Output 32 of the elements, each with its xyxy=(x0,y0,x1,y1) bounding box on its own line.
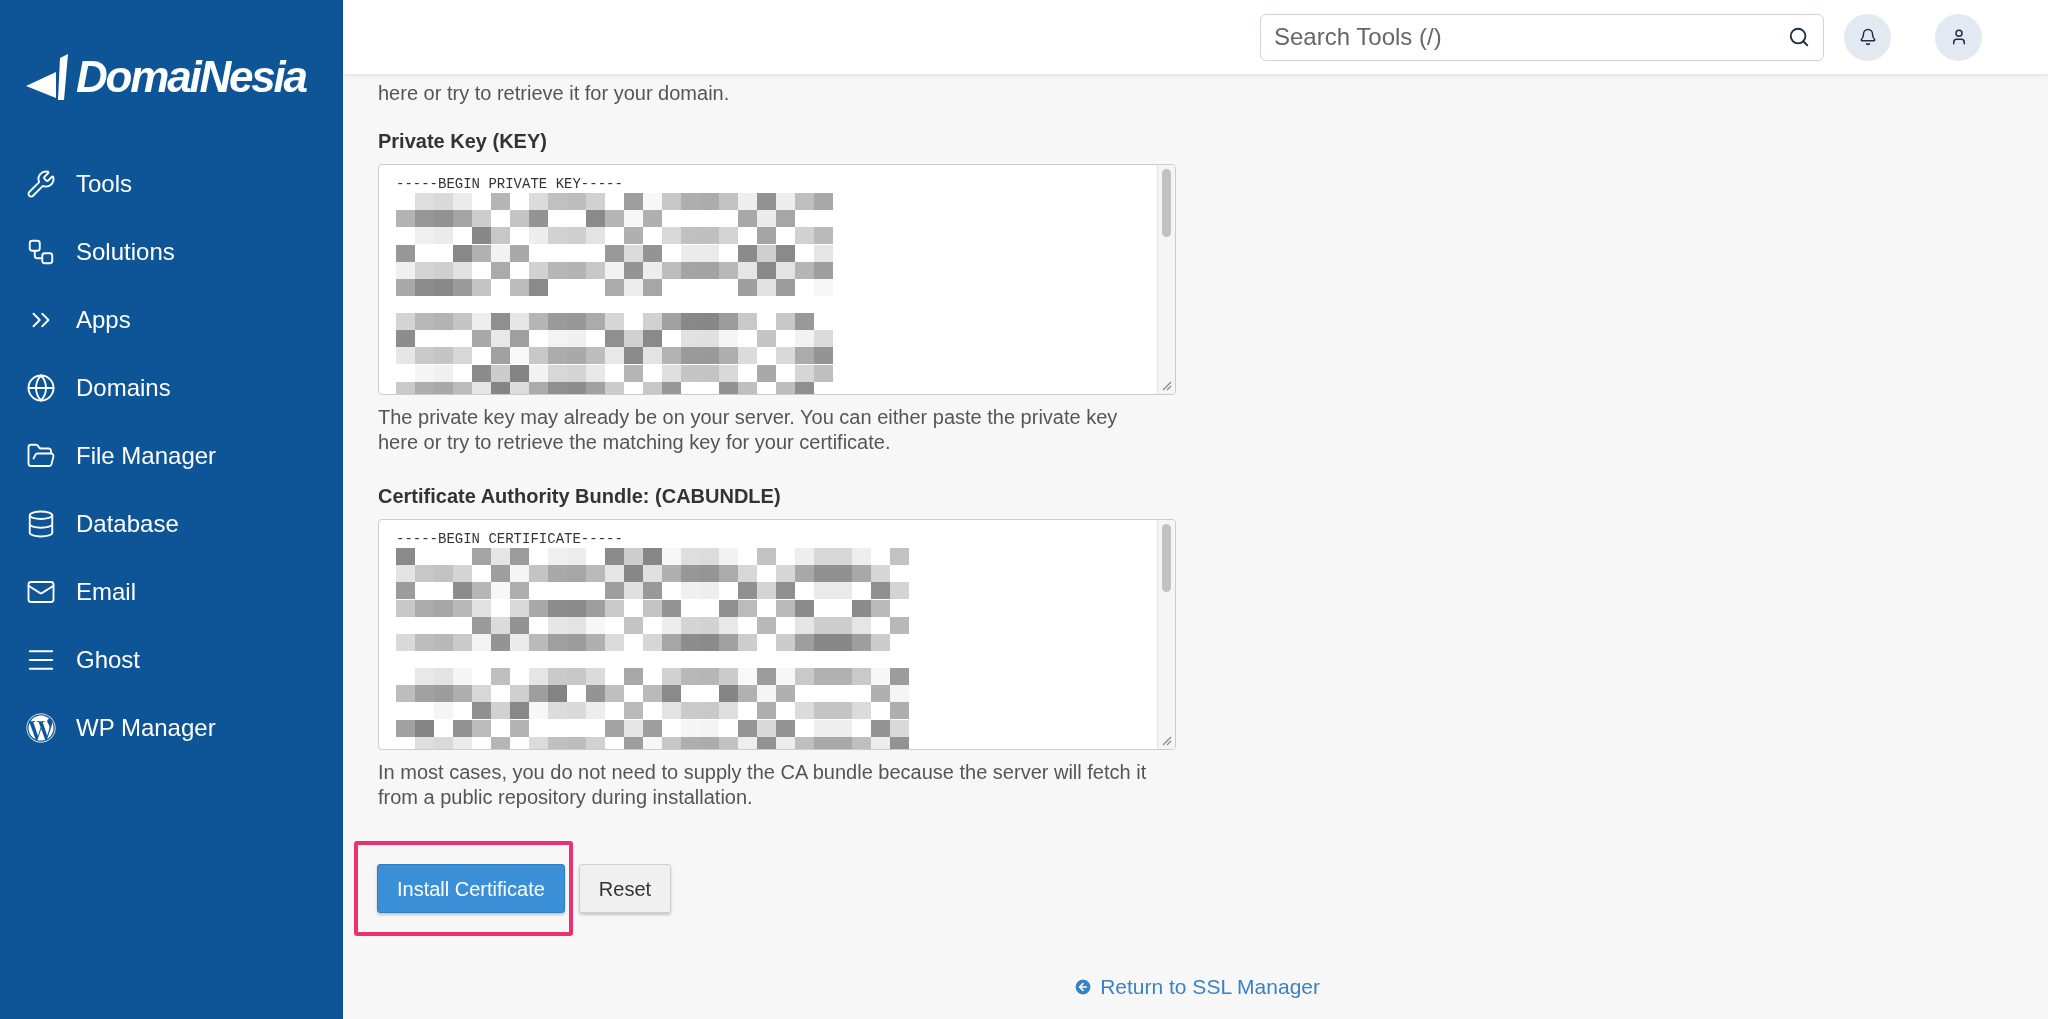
text-area[interactable]: -----BEGIN CERTIFICATE----- xyxy=(378,519,1176,750)
sidebar-item[interactable]: Ghost xyxy=(0,626,343,694)
sidebar-item[interactable]: Solutions xyxy=(0,218,343,286)
logo: DomaiNesia xyxy=(76,55,306,99)
reset-button[interactable]: Reset xyxy=(578,864,672,913)
database-icon xyxy=(26,509,56,539)
help-text: In most cases, you do not need to supply the CA bundle because the server will fetch it from a public repository during installation. xyxy=(378,760,1148,810)
resize-handle-icon xyxy=(1160,379,1172,391)
sidebar-item[interactable]: WP Manager xyxy=(0,694,343,762)
help-text: The private key may already be on your server. You can either paste the private key here or try to retrieve the matching key for your certificate. xyxy=(378,405,1119,455)
search-field[interactable]: Search Tools (/) xyxy=(1260,13,1824,61)
globe-icon xyxy=(26,373,56,403)
sidebar-item[interactable]: Database xyxy=(0,490,343,558)
field-label: Private Key (KEY) xyxy=(378,129,548,154)
sidebar-item[interactable]: Domains xyxy=(0,354,343,422)
bell-icon xyxy=(1858,28,1877,46)
search-icon xyxy=(1788,25,1810,48)
help-text: here or try to retrieve it for your domain. xyxy=(378,81,731,106)
workflow-icon xyxy=(26,237,56,267)
field-label: Certificate Authority Bundle: (CABUNDLE) xyxy=(378,484,782,509)
resize-handle-icon xyxy=(1160,734,1172,746)
sidebar-item[interactable]: Tools xyxy=(0,150,343,218)
wrench-icon xyxy=(26,169,56,199)
notifications-button[interactable] xyxy=(1844,13,1891,61)
return-link[interactable]: Return to SSL Manager xyxy=(1073,971,1320,1003)
sidebar-item[interactable]: Email xyxy=(0,558,343,626)
text-area[interactable]: -----BEGIN PRIVATE KEY----- xyxy=(378,164,1176,395)
account-button[interactable] xyxy=(1935,13,1982,61)
sidebar-item[interactable]: Apps xyxy=(0,286,343,354)
text-area-value: -----BEGIN PRIVATE KEY----- xyxy=(396,175,624,193)
text-area-value: -----BEGIN CERTIFICATE----- xyxy=(396,530,624,548)
sidebar-item[interactable]: File Manager xyxy=(0,422,343,490)
